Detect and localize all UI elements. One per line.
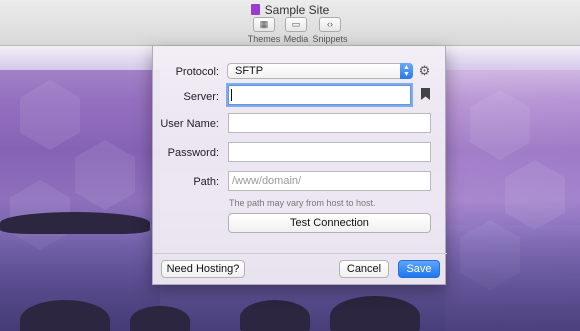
toolbar-snippets-button[interactable]: ‹› Snippets bbox=[310, 17, 350, 44]
publish-settings-sheet: Protocol: SFTP ▲ ▼ ⚙ Server: User Name: P… bbox=[152, 46, 447, 285]
popup-arrows-icon: ▲ ▼ bbox=[400, 63, 413, 79]
cancel-button[interactable]: Cancel bbox=[339, 260, 389, 278]
text-cursor bbox=[231, 89, 232, 101]
username-field[interactable] bbox=[228, 113, 431, 133]
window-titlebar: Sample Site ▦ Themes ▭ Media ‹› Snippets bbox=[0, 0, 580, 46]
rock bbox=[130, 306, 190, 331]
gear-icon[interactable]: ⚙ bbox=[418, 64, 431, 77]
media-icon: ▭ bbox=[285, 17, 307, 32]
save-button[interactable]: Save bbox=[398, 260, 440, 278]
path-field[interactable] bbox=[228, 171, 431, 191]
sheet-divider bbox=[153, 253, 447, 254]
themes-icon: ▦ bbox=[253, 17, 275, 32]
server-field[interactable] bbox=[228, 85, 411, 105]
rock bbox=[330, 296, 420, 331]
server-label: Server: bbox=[183, 91, 219, 103]
password-label: Password: bbox=[167, 147, 219, 159]
window-title-text: Sample Site bbox=[264, 3, 330, 17]
rock bbox=[240, 300, 310, 331]
protocol-select[interactable]: SFTP ▲ ▼ bbox=[227, 63, 413, 79]
password-field[interactable] bbox=[228, 142, 431, 162]
document-icon bbox=[250, 4, 260, 15]
protocol-value: SFTP bbox=[235, 65, 264, 77]
window-title: Sample Site bbox=[0, 3, 580, 17]
path-label: Path: bbox=[193, 176, 219, 188]
bookmark-icon[interactable] bbox=[419, 88, 432, 101]
snippets-icon: ‹› bbox=[319, 17, 341, 32]
username-label: User Name: bbox=[160, 118, 219, 130]
toolbar-snippets-label: Snippets bbox=[312, 34, 348, 44]
path-hint: The path may vary from host to host. bbox=[229, 198, 376, 208]
protocol-label: Protocol: bbox=[175, 66, 219, 78]
rock bbox=[0, 212, 150, 234]
need-hosting-button[interactable]: Need Hosting? bbox=[161, 260, 245, 278]
test-connection-button[interactable]: Test Connection bbox=[228, 213, 431, 233]
